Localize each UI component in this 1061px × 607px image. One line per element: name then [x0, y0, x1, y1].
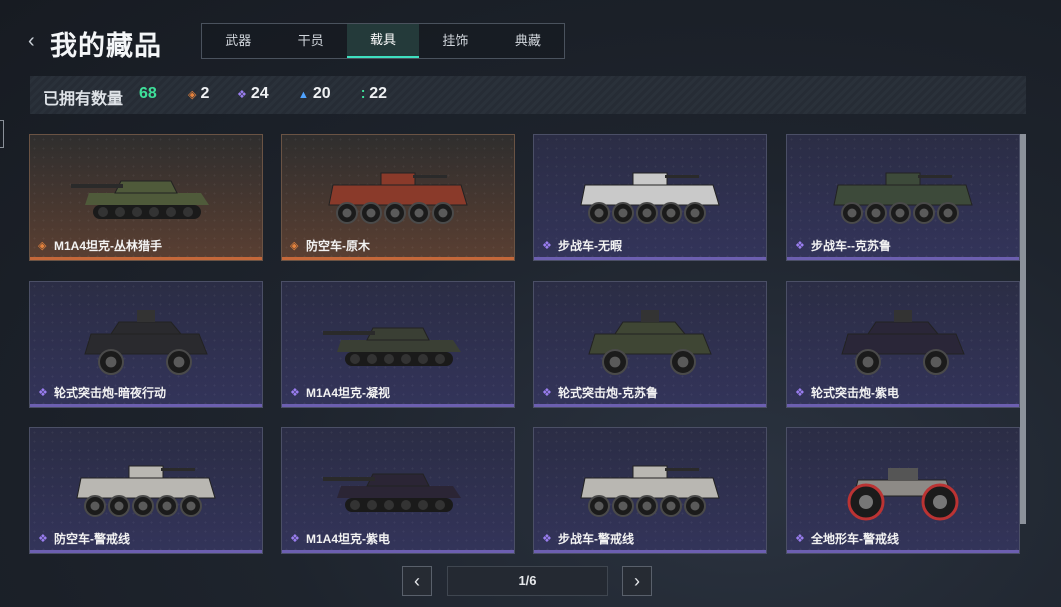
purple-rarity-icon: ❖ — [290, 387, 300, 399]
purple-diamond-icon: ❖ — [237, 89, 247, 101]
green-dots-icon: ⁚ — [361, 89, 366, 101]
purple-rarity-icon: ❖ — [38, 533, 48, 545]
vehicle-card[interactable]: ❖ M1A4坦克-紫电 — [281, 427, 515, 554]
owned-label: 已拥有数量 — [43, 91, 124, 108]
tier-stat-blue: ▲ 20 — [298, 85, 331, 103]
tier-count: 2 — [200, 85, 210, 102]
tier-count: 24 — [250, 85, 269, 102]
vehicle-name: 轮式突击炮-紫电 — [811, 386, 899, 400]
purple-rarity-icon: ❖ — [542, 240, 552, 252]
scrollbar-thumb[interactable] — [1020, 134, 1026, 524]
vehicle-name: 步战车-警戒线 — [558, 532, 634, 546]
orange-rarity-icon: ◈ — [38, 240, 47, 252]
purple-rarity-icon: ❖ — [795, 387, 805, 399]
rarity-bar — [282, 404, 514, 407]
atv-vehicle-image — [847, 468, 959, 521]
armored-vehicle-image — [588, 310, 712, 375]
vehicle-card[interactable]: ❖ 防空车-警戒线 — [29, 427, 263, 554]
tank-vehicle-image — [323, 327, 461, 366]
vehicle-card[interactable]: ❖ 步战车--克苏鲁 — [786, 134, 1020, 261]
prev-page-button[interactable]: ‹ — [402, 566, 432, 596]
apc-vehicle-image — [328, 172, 468, 224]
apc-vehicle-image — [580, 465, 720, 517]
vehicle-name: 防空车-警戒线 — [54, 532, 130, 546]
tank-vehicle-image — [323, 473, 461, 512]
apc-vehicle-image — [76, 465, 216, 517]
vehicle-card[interactable]: ❖ 轮式突击炮-克苏鲁 — [533, 281, 767, 408]
armored-vehicle-image — [841, 310, 965, 375]
tier-stat-green: ⁚ 22 — [361, 85, 387, 103]
tab-collection[interactable]: 典藏 — [492, 24, 564, 58]
vehicle-name: 步战车-无暇 — [558, 239, 622, 253]
purple-rarity-icon: ❖ — [795, 240, 805, 252]
page-indicator: 1/6 — [447, 566, 608, 596]
vehicle-name: 防空车-原木 — [306, 239, 370, 253]
tank-vehicle-image — [71, 180, 209, 219]
rarity-bar — [534, 404, 766, 407]
category-tabs: 武器 干员 载具 挂饰 典藏 — [201, 23, 565, 59]
tier-count: 20 — [312, 85, 331, 102]
vehicle-card[interactable]: ❖ 轮式突击炮-紫电 — [786, 281, 1020, 408]
rarity-bar — [534, 257, 766, 260]
purple-rarity-icon: ❖ — [795, 533, 805, 545]
rarity-bar — [30, 257, 262, 260]
rarity-bar — [787, 257, 1019, 260]
rarity-bar — [282, 550, 514, 553]
vehicle-name: M1A4坦克-丛林猎手 — [54, 239, 163, 253]
blue-triangle-icon: ▲ — [298, 89, 309, 101]
tab-charms[interactable]: 挂饰 — [419, 24, 491, 58]
vehicle-card[interactable]: ❖ 步战车-无暇 — [533, 134, 767, 261]
apc-vehicle-image — [580, 172, 720, 224]
page-title: 我的藏品 — [50, 31, 162, 61]
vehicle-name: 全地形车-警戒线 — [811, 532, 899, 546]
apc-vehicle-image — [833, 172, 973, 224]
side-marker — [0, 120, 4, 148]
next-page-button[interactable]: › — [622, 566, 652, 596]
vehicle-name: 轮式突击炮-暗夜行动 — [54, 386, 166, 400]
vehicle-card[interactable]: ❖ 步战车-警戒线 — [533, 427, 767, 554]
vehicle-card[interactable]: ◈ M1A4坦克-丛林猎手 — [29, 134, 263, 261]
tier-stat-purple: ❖ 24 — [237, 85, 269, 103]
back-button[interactable]: ‹ — [28, 30, 44, 52]
vehicle-name: M1A4坦克-紫电 — [306, 532, 391, 546]
tier-stat-orange: ◈ 2 — [188, 85, 209, 103]
vehicle-card[interactable]: ❖ 轮式突击炮-暗夜行动 — [29, 281, 263, 408]
vehicle-card[interactable]: ❖ 全地形车-警戒线 — [786, 427, 1020, 554]
purple-rarity-icon: ❖ — [542, 387, 552, 399]
tab-vehicles[interactable]: 载具 — [346, 24, 420, 58]
orange-rarity-icon: ◈ — [290, 240, 299, 252]
armored-vehicle-image — [84, 310, 208, 375]
purple-rarity-icon: ❖ — [38, 387, 48, 399]
rarity-bar — [30, 550, 262, 553]
scrollbar[interactable] — [1020, 134, 1026, 524]
rarity-bar — [787, 404, 1019, 407]
vehicle-name: 步战车--克苏鲁 — [811, 239, 891, 253]
orange-diamond-icon: ◈ — [188, 89, 197, 101]
purple-rarity-icon: ❖ — [542, 533, 552, 545]
vehicle-name: M1A4坦克-凝视 — [306, 386, 391, 400]
owned-count: 68 — [139, 85, 157, 102]
vehicle-name: 轮式突击炮-克苏鲁 — [558, 386, 658, 400]
stats-bar: 已拥有数量 68 ◈ 2 ❖ 24 ▲ 20 ⁚ 22 — [30, 76, 1026, 114]
rarity-bar — [787, 550, 1019, 553]
purple-rarity-icon: ❖ — [290, 533, 300, 545]
tier-count: 22 — [369, 85, 387, 102]
rarity-bar — [30, 404, 262, 407]
vehicle-card[interactable]: ◈ 防空车-原木 — [281, 134, 515, 261]
rarity-bar — [282, 257, 514, 260]
rarity-bar — [534, 550, 766, 553]
tab-weapons[interactable]: 武器 — [202, 24, 274, 58]
tab-operators[interactable]: 干员 — [274, 24, 346, 58]
vehicle-card[interactable]: ❖ M1A4坦克-凝视 — [281, 281, 515, 408]
